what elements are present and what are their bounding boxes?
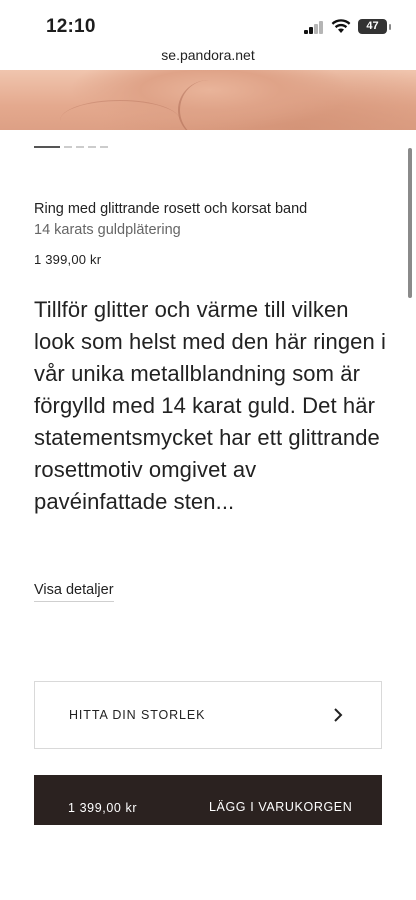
carousel-dot[interactable] [100, 146, 108, 148]
carousel-dot[interactable] [64, 146, 72, 148]
find-size-button[interactable]: HITTA DIN STORLEK [34, 681, 382, 749]
scrollbar[interactable] [408, 148, 412, 298]
carousel-dot[interactable] [76, 146, 84, 148]
status-time: 12:10 [46, 16, 96, 37]
skin-crease [178, 80, 240, 130]
carousel-dot[interactable] [88, 146, 96, 148]
find-size-label: HITTA DIN STORLEK [69, 708, 206, 722]
add-to-cart-label: LÄGG I VARUKORGEN [209, 800, 353, 814]
product-price: 1 399,00 kr [34, 252, 102, 267]
status-bar: 12:10 47 [0, 0, 416, 52]
add-to-cart-button[interactable]: 1 399,00 kr LÄGG I VARUKORGEN [34, 775, 382, 825]
cellular-signal-icon [304, 21, 324, 34]
battery-tip [389, 24, 391, 30]
carousel-dot-active[interactable] [34, 146, 60, 148]
cart-price: 1 399,00 kr [68, 801, 138, 815]
product-title: Ring med glittrande rosett och korsat ba… [34, 201, 308, 217]
battery-icon: 47 [358, 19, 387, 34]
product-image[interactable] [0, 70, 416, 130]
skin-crease [60, 100, 180, 130]
url-bar[interactable]: se.pandora.net [0, 47, 416, 63]
product-material: 14 karats guldplätering [34, 222, 181, 238]
show-details-link[interactable]: Visa detaljer [34, 582, 114, 602]
wifi-icon [331, 19, 351, 33]
chevron-right-icon [334, 708, 343, 722]
product-description: Tillför glitter och värme till vilken lo… [34, 297, 387, 514]
